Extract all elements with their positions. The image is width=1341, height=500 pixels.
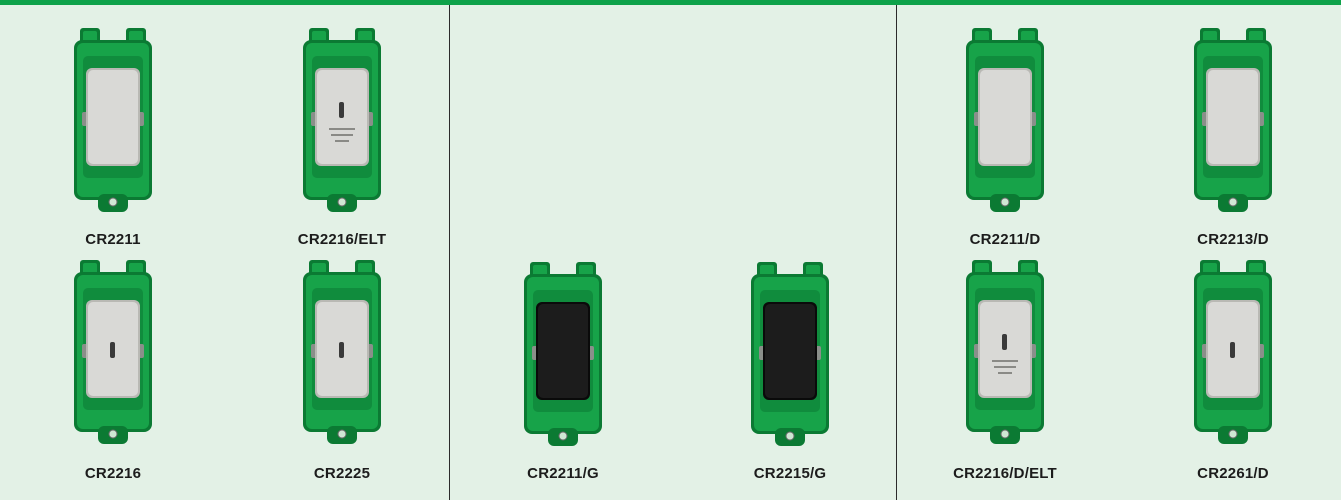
switch-module-cr2211-d xyxy=(960,28,1050,214)
product-code-label: CR2216/D/ELT xyxy=(953,465,1057,482)
switch-module-image xyxy=(1194,28,1272,212)
switch-module-cr2215-g xyxy=(745,262,835,448)
product-code-label: CR2211/G xyxy=(527,465,599,482)
switch-module-image xyxy=(303,260,381,444)
switch-module-cr2225 xyxy=(297,260,387,446)
switch-module-image xyxy=(74,28,152,212)
switch-module-image xyxy=(524,262,602,446)
switch-module-cr2211 xyxy=(68,28,158,214)
switch-module-cr2261-d xyxy=(1188,260,1278,446)
product-code-label: CR2216/ELT xyxy=(297,231,387,248)
switch-module-image xyxy=(1194,260,1272,444)
product-code-label: CR2216 xyxy=(84,465,142,482)
switch-module-image xyxy=(74,260,152,444)
product-code-label: CR2261/D xyxy=(1197,465,1269,482)
switch-module-image xyxy=(966,28,1044,212)
product-code-label: CR2211/D xyxy=(969,231,1041,248)
switch-module-image xyxy=(966,260,1044,444)
product-code-label: CR2225 xyxy=(313,465,371,482)
product-code-label: CR2213/D xyxy=(1197,231,1269,248)
panel-divider-1 xyxy=(449,5,450,500)
product-code-label: CR2215/G xyxy=(753,465,827,482)
switch-module-cr2211-g xyxy=(518,262,608,448)
switch-module-cr2213-d xyxy=(1188,28,1278,214)
switch-module-image xyxy=(303,28,381,212)
product-sheet: CR2211 CR2216/ELT CR2216 CR2225 CR2211/G… xyxy=(0,0,1341,500)
switch-module-cr2216-d-elt xyxy=(960,260,1050,446)
top-accent-bar xyxy=(0,0,1341,5)
product-code-label: CR2211 xyxy=(85,231,141,248)
panel-divider-2 xyxy=(896,5,897,500)
switch-module-image xyxy=(751,262,829,446)
switch-module-cr2216-elt xyxy=(297,28,387,214)
switch-module-cr2216 xyxy=(68,260,158,446)
